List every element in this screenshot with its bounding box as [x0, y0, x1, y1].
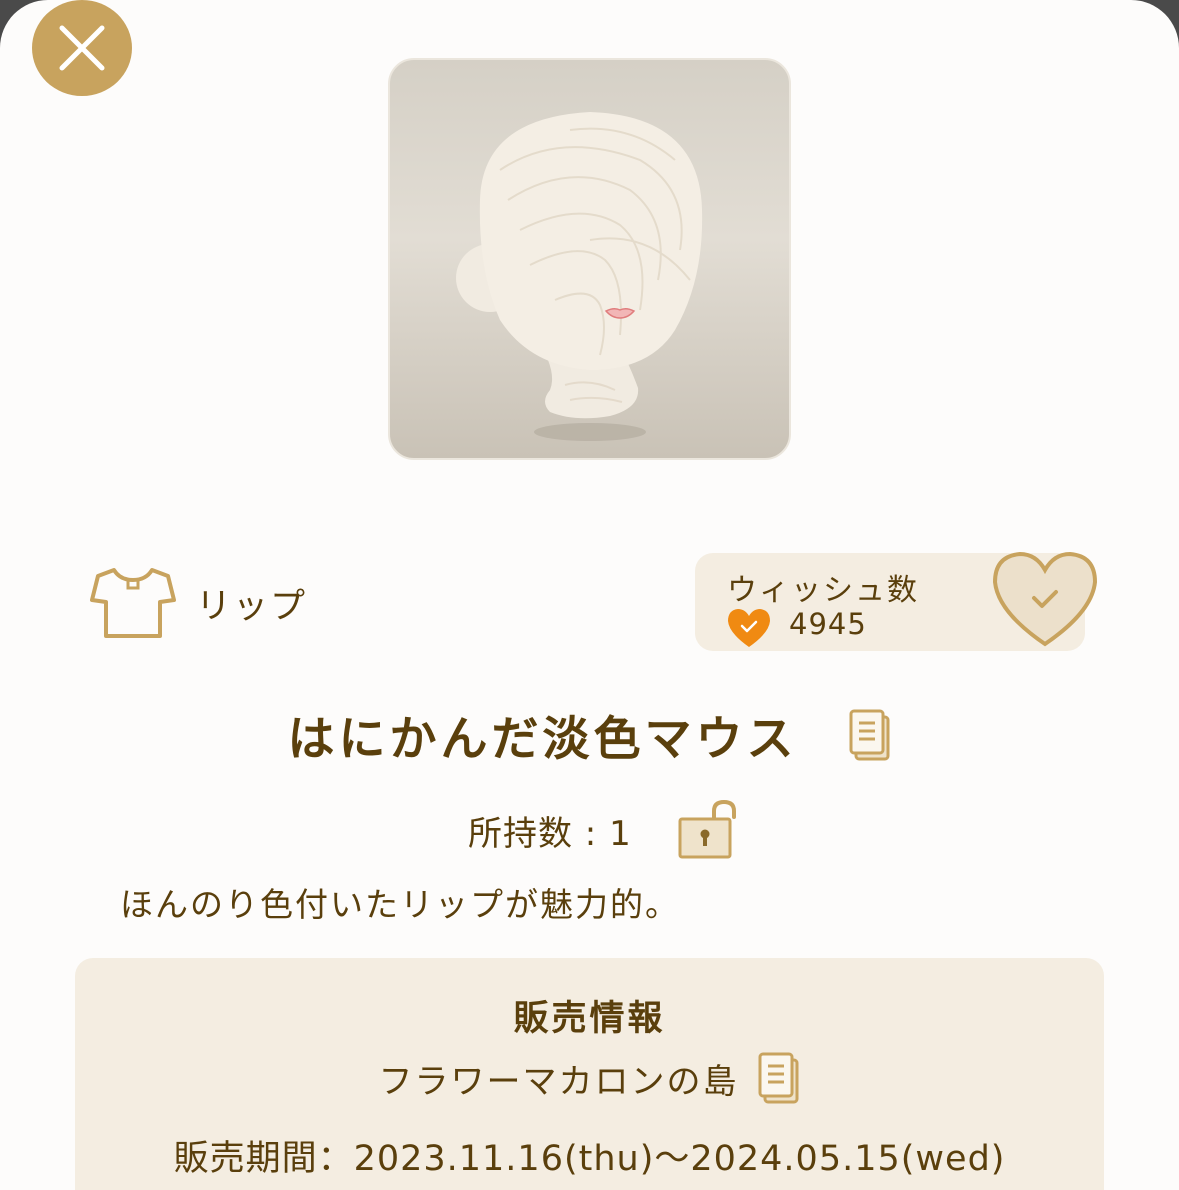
- copy-icon[interactable]: [757, 1052, 801, 1104]
- sale-period: 販売期間：2023.11.16(thu)〜2024.05.15(wed): [173, 1139, 1006, 1179]
- item-description: ほんのり色付いたリップが魅力的。: [120, 885, 680, 924]
- sale-info-title: 販売情報: [513, 999, 666, 1039]
- item-name: はにかんだ淡色マウス: [287, 712, 798, 767]
- item-detail-sheet: リップ ウィッシュ数 4945 はにかんだ淡色マウス 所持数 : 1 ほんのり色…: [0, 0, 1179, 1190]
- wish-toggle-button[interactable]: [990, 550, 1100, 654]
- wish-count-value: 4945: [789, 607, 867, 641]
- sale-shop-name: フラワーマカロンの島: [378, 1061, 739, 1102]
- item-preview-image: [388, 58, 791, 460]
- sale-info-panel: 販売情報 フラワーマカロンの島 販売期間：2023.11.16(thu)〜202…: [75, 958, 1104, 1190]
- category-label: リップ: [196, 586, 308, 627]
- unlock-icon[interactable]: [678, 799, 744, 861]
- heart-check-icon: [728, 609, 770, 647]
- copy-icon[interactable]: [848, 709, 892, 761]
- item-category: リップ: [90, 566, 307, 640]
- owned-count: 所持数 : 1: [468, 813, 632, 854]
- close-button[interactable]: [32, 0, 132, 96]
- wish-count-title: ウィッシュ数: [727, 573, 919, 608]
- heart-check-icon: [992, 551, 1098, 647]
- mannequin-head-image: [456, 112, 703, 441]
- close-icon: [59, 25, 105, 71]
- shirt-icon: [90, 568, 176, 638]
- sale-shop-row: フラワーマカロンの島: [75, 1052, 1104, 1104]
- owned-count-row: 所持数 : 1: [468, 799, 744, 861]
- item-name-row: はにかんだ淡色マウス: [0, 700, 1179, 769]
